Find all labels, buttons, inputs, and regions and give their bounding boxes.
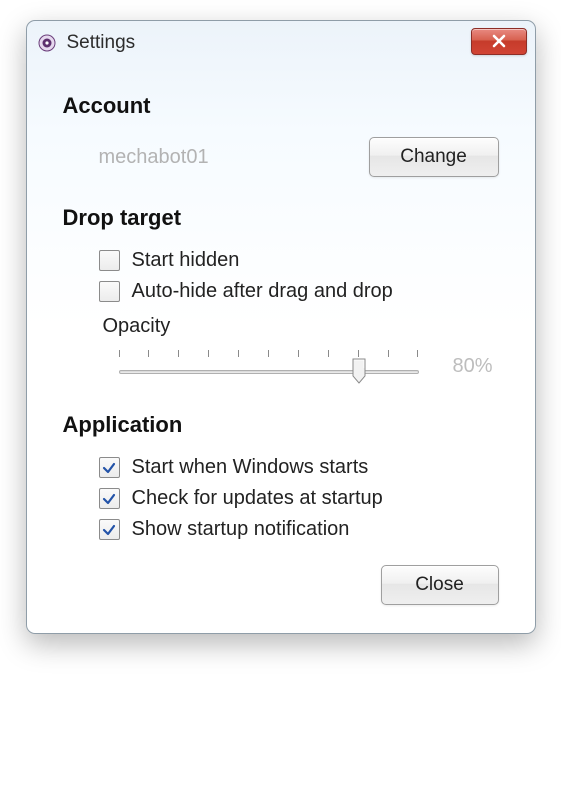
show-notification-row: Show startup notification bbox=[63, 518, 499, 541]
close-icon bbox=[491, 34, 507, 48]
footer: Close bbox=[63, 565, 499, 605]
drop-target-heading: Drop target bbox=[63, 205, 499, 231]
start-hidden-checkbox[interactable] bbox=[99, 250, 120, 271]
account-username: mechabot01 bbox=[99, 146, 369, 169]
show-notification-label: Show startup notification bbox=[132, 518, 350, 541]
account-row: mechabot01 Change bbox=[63, 137, 499, 177]
auto-hide-label: Auto-hide after drag and drop bbox=[132, 280, 393, 303]
opacity-value: 80% bbox=[453, 355, 493, 378]
opacity-label: Opacity bbox=[99, 315, 499, 338]
content-area: Account mechabot01 Change Drop target St… bbox=[27, 61, 535, 633]
titlebar: Settings bbox=[27, 21, 535, 61]
auto-hide-checkbox[interactable] bbox=[99, 281, 120, 302]
start-with-windows-label: Start when Windows starts bbox=[132, 456, 369, 479]
slider-track bbox=[119, 370, 419, 374]
change-button[interactable]: Change bbox=[369, 137, 499, 177]
opacity-block: Opacity 80% bbox=[63, 315, 499, 386]
check-updates-checkbox[interactable] bbox=[99, 488, 120, 509]
window-close-button[interactable] bbox=[471, 28, 527, 55]
window-title: Settings bbox=[67, 32, 136, 54]
auto-hide-row: Auto-hide after drag and drop bbox=[63, 280, 499, 303]
check-updates-label: Check for updates at startup bbox=[132, 487, 383, 510]
slider-thumb[interactable] bbox=[352, 358, 366, 384]
show-notification-checkbox[interactable] bbox=[99, 519, 120, 540]
application-heading: Application bbox=[63, 412, 499, 438]
app-icon bbox=[37, 33, 57, 53]
account-heading: Account bbox=[63, 93, 499, 119]
start-with-windows-row: Start when Windows starts bbox=[63, 456, 499, 479]
settings-window: Settings Account mechabot01 Change Drop … bbox=[26, 20, 536, 634]
check-updates-row: Check for updates at startup bbox=[63, 487, 499, 510]
start-hidden-label: Start hidden bbox=[132, 249, 240, 272]
slider-ticks bbox=[119, 350, 419, 358]
start-hidden-row: Start hidden bbox=[63, 249, 499, 272]
close-button[interactable]: Close bbox=[381, 565, 499, 605]
opacity-slider[interactable] bbox=[119, 346, 419, 386]
start-with-windows-checkbox[interactable] bbox=[99, 457, 120, 478]
